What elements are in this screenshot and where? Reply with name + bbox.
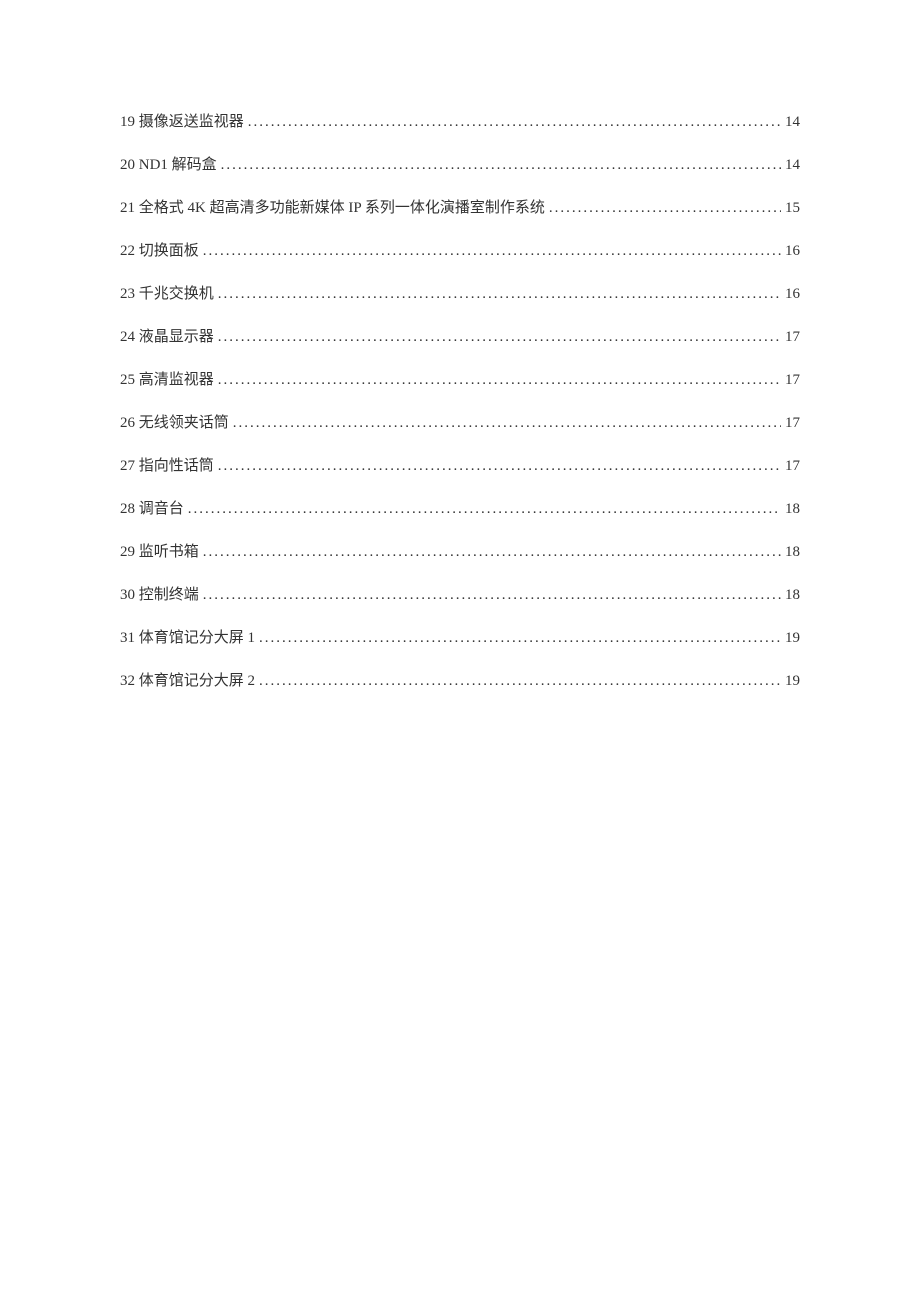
toc-leader-dots bbox=[259, 673, 781, 690]
toc-entry-title: 28 调音台 bbox=[120, 497, 184, 518]
toc-entry-page: 16 bbox=[785, 286, 800, 303]
toc-leader-dots bbox=[549, 200, 781, 217]
toc-entry-title: 29 监听书箱 bbox=[120, 540, 199, 561]
toc-leader-dots bbox=[248, 114, 781, 131]
toc-entry-title: 19 摄像返送监视器 bbox=[120, 110, 244, 131]
toc-leader-dots bbox=[203, 544, 781, 561]
toc-leader-dots bbox=[218, 458, 781, 475]
toc-entry-page: 18 bbox=[785, 587, 800, 604]
toc-entry: 24 液晶显示器 17 bbox=[120, 325, 800, 346]
toc-leader-dots bbox=[203, 587, 781, 604]
toc-entry: 27 指向性话筒 17 bbox=[120, 454, 800, 475]
toc-entry-title: 21 全格式 4K 超高清多功能新媒体 IP 系列一体化演播室制作系统 bbox=[120, 196, 545, 217]
toc-entry-title: 26 无线领夹话筒 bbox=[120, 411, 229, 432]
table-of-contents: 19 摄像返送监视器 14 20 ND1 解码盒 14 21 全格式 4K 超高清多功能… bbox=[120, 110, 800, 690]
toc-entry: 19 摄像返送监视器 14 bbox=[120, 110, 800, 131]
toc-entry: 29 监听书箱 18 bbox=[120, 540, 800, 561]
toc-entry-title: 22 切换面板 bbox=[120, 239, 199, 260]
toc-entry-page: 17 bbox=[785, 372, 800, 389]
toc-entry-title: 32 体育馆记分大屏 2 bbox=[120, 669, 255, 690]
toc-entry-title: 30 控制终端 bbox=[120, 583, 199, 604]
toc-entry: 26 无线领夹话筒 17 bbox=[120, 411, 800, 432]
toc-entry: 31 体育馆记分大屏 1 19 bbox=[120, 626, 800, 647]
toc-entry: 20 ND1 解码盒 14 bbox=[120, 153, 800, 174]
toc-entry-page: 14 bbox=[785, 157, 800, 174]
toc-leader-dots bbox=[218, 372, 781, 389]
toc-entry-page: 19 bbox=[785, 673, 800, 690]
toc-entry-page: 14 bbox=[785, 114, 800, 131]
toc-entry-title: 25 高清监视器 bbox=[120, 368, 214, 389]
toc-entry-page: 17 bbox=[785, 329, 800, 346]
toc-entry: 23 千兆交换机 16 bbox=[120, 282, 800, 303]
toc-entry-title: 23 千兆交换机 bbox=[120, 282, 214, 303]
toc-entry: 30 控制终端 18 bbox=[120, 583, 800, 604]
toc-entry-page: 17 bbox=[785, 458, 800, 475]
toc-entry-page: 19 bbox=[785, 630, 800, 647]
toc-leader-dots bbox=[233, 415, 781, 432]
toc-entry: 25 高清监视器 17 bbox=[120, 368, 800, 389]
toc-leader-dots bbox=[218, 286, 781, 303]
toc-entry-title: 20 ND1 解码盒 bbox=[120, 153, 217, 174]
toc-entry-title: 24 液晶显示器 bbox=[120, 325, 214, 346]
toc-entry-title: 27 指向性话筒 bbox=[120, 454, 214, 475]
toc-entry-page: 15 bbox=[785, 200, 800, 217]
toc-entry-page: 18 bbox=[785, 501, 800, 518]
toc-entry-page: 17 bbox=[785, 415, 800, 432]
toc-entry: 22 切换面板 16 bbox=[120, 239, 800, 260]
toc-entry-page: 18 bbox=[785, 544, 800, 561]
toc-entry: 32 体育馆记分大屏 2 19 bbox=[120, 669, 800, 690]
toc-leader-dots bbox=[203, 243, 781, 260]
toc-leader-dots bbox=[221, 157, 781, 174]
toc-entry: 21 全格式 4K 超高清多功能新媒体 IP 系列一体化演播室制作系统 15 bbox=[120, 196, 800, 217]
toc-entry-title: 31 体育馆记分大屏 1 bbox=[120, 626, 255, 647]
toc-leader-dots bbox=[188, 501, 781, 518]
toc-leader-dots bbox=[259, 630, 781, 647]
toc-entry-page: 16 bbox=[785, 243, 800, 260]
toc-entry: 28 调音台 18 bbox=[120, 497, 800, 518]
toc-leader-dots bbox=[218, 329, 781, 346]
